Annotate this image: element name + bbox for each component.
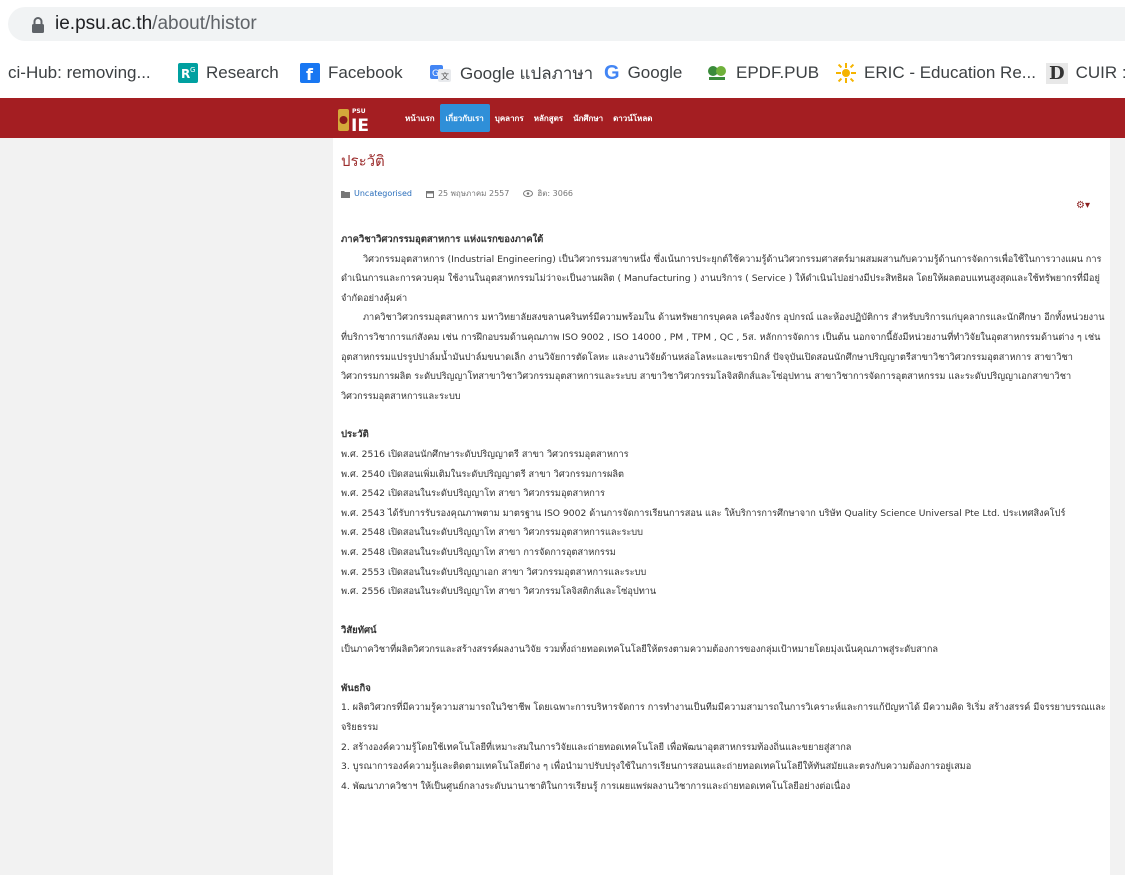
mission-item: 1. ผลิตวิศวกรที่มีความรู้ความสามารถในวิช… (341, 702, 1106, 734)
facebook-icon: f (300, 63, 320, 83)
category-link[interactable]: Uncategorised (354, 189, 412, 198)
mission-item: 3. บูรณาการองค์ความรู้และติดตามเทคโนโลยี… (341, 761, 972, 773)
bookmark-label: ci-Hub: removing... (8, 63, 151, 82)
nav-curriculum[interactable]: หลักสูตร (529, 104, 568, 132)
history-item: พ.ศ. 2556 เปิดสอนในระดับปริญญาโท สาขา วิ… (341, 586, 657, 598)
bookmark-research[interactable]: RG Research (178, 48, 279, 98)
nav-home[interactable]: หน้าแรก (400, 104, 440, 132)
svg-text:PSU: PSU (352, 108, 366, 115)
nav-about[interactable]: เกี่ยวกับเรา (439, 104, 490, 132)
history-item: พ.ศ. 2540 เปิดสอนเพิ่มเติมในระดับปริญญาต… (341, 468, 624, 480)
google-icon: G (604, 61, 620, 84)
svg-text:R: R (181, 67, 190, 81)
section-heading: ภาควิชาวิศวกรรมอุตสาหการ แห่งแรกของภาคใต… (341, 234, 544, 245)
article-meta: Uncategorised 25 พฤษภาคม 2557 ฮิต: 3066 (341, 187, 573, 200)
mission-item: 2. สร้างองค์ความรู้โดยใช้เทคโนโลยีที่เหม… (341, 741, 852, 753)
bookmark-label: ERIC - Education Re... (864, 63, 1036, 82)
epdf-icon (706, 63, 728, 83)
history-item: พ.ศ. 2543 ได้รับการรับรองคุณภาพตาม มาตรฐ… (341, 507, 1066, 519)
history-item: พ.ศ. 2548 เปิดสอนในระดับปริญญาโท สาขา กา… (341, 546, 616, 558)
bookmark-google-translate[interactable]: G文 Google แปลภาษา (430, 48, 593, 98)
bookmark-label: Google (627, 63, 683, 82)
article-date: 25 พฤษภาคม 2557 (437, 189, 510, 198)
article-body: ภาควิชาวิศวกรรมอุตสาหการ แห่งแรกของภาคใต… (341, 230, 1106, 796)
bookmark-epdf[interactable]: EPDF.PUB (706, 48, 819, 98)
psu-ie-logo[interactable]: PSU IE (337, 105, 377, 133)
bookmark-cuir[interactable]: D CUIR : (1046, 48, 1125, 98)
google-translate-icon: G文 (430, 63, 452, 83)
bookmark-google[interactable]: G Google (604, 48, 682, 98)
bookmark-scihub[interactable]: ci-Hub: removing... (8, 48, 151, 98)
svg-text:f: f (306, 65, 314, 83)
bookmark-label: Facebook (328, 63, 403, 82)
bookmark-eric[interactable]: ERIC - Education Re... (836, 48, 1036, 98)
section-heading: วิสัยทัศน์ (341, 624, 377, 636)
section-heading: ประวัติ (341, 429, 369, 441)
folder-icon (341, 190, 350, 198)
section-heading: พันธกิจ (341, 682, 371, 694)
eric-icon (836, 63, 856, 83)
history-item: พ.ศ. 2553 เปิดสอนในระดับปริญญาเอก สาขา ว… (341, 566, 647, 578)
paragraph: วิศวกรรมอุตสาหการ (Industrial Engineerin… (341, 253, 1102, 304)
calendar-icon (425, 190, 434, 198)
main-nav: หน้าแรก เกี่ยวกับเรา บุคลากร หลักสูตร นั… (400, 104, 657, 132)
lock-icon[interactable] (30, 16, 46, 34)
bookmark-label: Google แปลภาษา (460, 63, 594, 83)
svg-text:IE: IE (351, 116, 369, 133)
url-text[interactable]: ie.psu.ac.th/about/histor (55, 10, 257, 38)
nav-staff[interactable]: บุคลากร (490, 104, 529, 132)
bookmark-label: CUIR : (1075, 63, 1125, 82)
bookmark-label: Research (206, 63, 279, 82)
svg-text:G: G (190, 66, 195, 74)
history-item: พ.ศ. 2548 เปิดสอนในระดับปริญญาโท สาขา วิ… (341, 527, 643, 539)
url-host: ie.psu.ac.th (55, 13, 153, 34)
bookmark-facebook[interactable]: f Facebook (300, 48, 403, 98)
gear-icon[interactable]: ⚙▾ (1076, 200, 1090, 211)
history-item: พ.ศ. 2516 เปิดสอนนักศึกษาระดับปริญญาตรี … (341, 448, 629, 460)
article-title: ประวัติ (341, 152, 385, 170)
mission-item: 4. พัฒนาภาควิชาฯ ให้เป็นศูนย์กลางระดับนา… (341, 780, 851, 792)
svg-text:G: G (432, 69, 439, 79)
bookmarks-bar: ci-Hub: removing... RG Research f Facebo… (0, 48, 1125, 98)
history-item: พ.ศ. 2542 เปิดสอนในระดับปริญญาโท สาขา วิ… (341, 488, 605, 500)
researchgate-icon: RG (178, 63, 198, 83)
eye-icon (523, 190, 534, 197)
svg-text:文: 文 (441, 71, 449, 81)
nav-download[interactable]: ดาวน์โหลด (608, 104, 657, 132)
article-hits: ฮิต: 3066 (537, 189, 574, 198)
vision-text: เป็นภาควิชาที่ผลิตวิศวกรและสร้างสรรค์ผลง… (341, 644, 939, 656)
cuir-icon: D (1046, 62, 1068, 84)
bookmark-label: EPDF.PUB (736, 63, 820, 82)
url-path: /about/histor (152, 13, 257, 34)
nav-students[interactable]: นักศึกษา (568, 104, 608, 132)
paragraph: ภาควิชาวิศวกรรมอุตสาหการ มหาวิทยาลัยสงขล… (341, 312, 1105, 402)
